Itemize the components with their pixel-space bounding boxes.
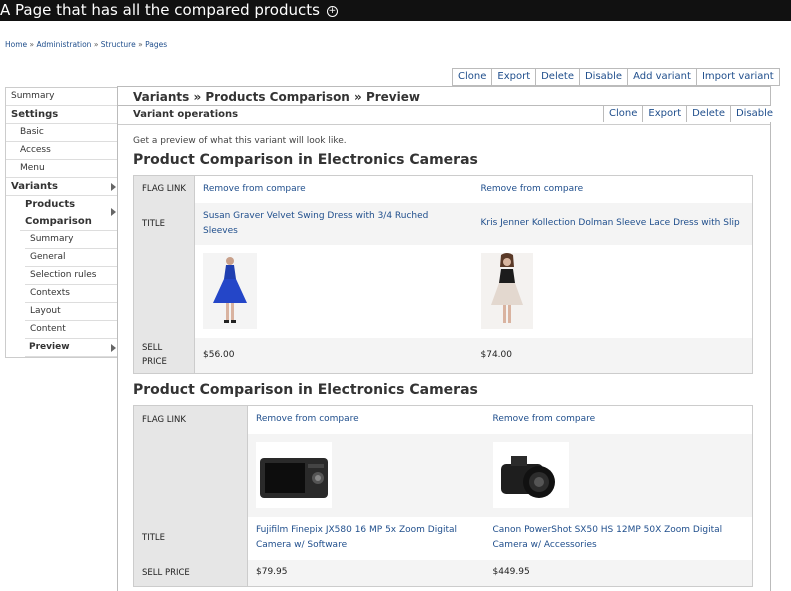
breadcrumb-separator: » xyxy=(93,40,99,49)
nav-variant-summary[interactable]: Summary xyxy=(25,231,118,249)
left-navigation: Summary Settings Basic Access Menu Varia… xyxy=(5,87,118,358)
flag-link-label: FLAG LINK xyxy=(133,405,248,434)
table-row xyxy=(133,244,753,338)
clone-button[interactable]: Clone xyxy=(453,69,493,85)
remove-from-compare-link[interactable]: Remove from compare xyxy=(485,406,753,434)
breadcrumb-home[interactable]: Home xyxy=(5,40,27,49)
breadcrumb-structure[interactable]: Structure xyxy=(101,40,136,49)
nav-content[interactable]: Content xyxy=(25,321,118,339)
comparison-table: FLAG LINK Remove from compare Remove fro… xyxy=(133,175,753,374)
panel-title: Variants » Products Comparison » Preview xyxy=(133,90,420,104)
page-title: A Page that has all the compared product… xyxy=(0,1,320,19)
main-panel: Variants » Products Comparison » Preview… xyxy=(117,86,779,591)
breadcrumb-separator: » xyxy=(29,40,35,49)
comparison-table: FLAG LINK Remove from compare Remove fro… xyxy=(133,405,753,587)
flag-link-label: FLAG LINK xyxy=(133,175,195,203)
nav-summary[interactable]: Summary xyxy=(6,88,118,106)
lace-dress-icon[interactable] xyxy=(480,253,533,329)
nav-access[interactable]: Access xyxy=(6,142,118,160)
variant-clone-button[interactable]: Clone xyxy=(604,106,644,122)
product-title-link[interactable]: Canon PowerShot SX50 HS 12MP 50X Zoom Di… xyxy=(485,517,753,560)
export-button[interactable]: Export xyxy=(492,69,537,85)
compact-camera-icon[interactable] xyxy=(256,442,332,508)
breadcrumb: Home » Administration » Structure » Page… xyxy=(5,40,167,49)
title-label: TITLE xyxy=(133,202,195,245)
variant-export-button[interactable]: Export xyxy=(643,106,688,122)
nav-basic[interactable]: Basic xyxy=(6,124,118,142)
preview-description: Get a preview of what this variant will … xyxy=(133,136,347,146)
remove-from-compare-link[interactable]: Remove from compare xyxy=(473,176,753,203)
sell-price-label: SELL PRICE xyxy=(133,559,248,587)
table-row: TITLE Fujifilm Finepix JX580 16 MP 5x Zo… xyxy=(133,516,753,560)
product-title-link[interactable]: Kris Jenner Kollection Dolman Sleeve Lac… xyxy=(472,202,753,245)
sell-price-label: SELL PRICE xyxy=(133,337,195,374)
nav-products-comparison[interactable]: Products Comparison xyxy=(20,196,118,231)
delete-button[interactable]: Delete xyxy=(536,69,580,85)
breadcrumb-administration[interactable]: Administration xyxy=(37,40,92,49)
add-shortcut-icon[interactable]: + xyxy=(326,6,338,17)
divider xyxy=(118,124,770,125)
nav-variants-label: Variants xyxy=(11,181,58,192)
page-actions: Clone Export Delete Disable Add variant … xyxy=(452,68,780,86)
product-price: $449.95 xyxy=(484,559,753,587)
nav-preview-label: Preview xyxy=(29,342,70,352)
section-title: Product Comparison in Electronics Camera… xyxy=(133,382,478,398)
title-label: TITLE xyxy=(133,516,248,560)
expand-arrow-icon xyxy=(111,344,116,352)
nav-products-comparison-line2: Comparison xyxy=(25,216,92,227)
table-row: SELL PRICE $79.95 $449.95 xyxy=(133,559,753,587)
product-price: $56.00 xyxy=(194,337,473,374)
variant-operations-label: Variant operations xyxy=(133,109,239,120)
nav-products-comparison-line1: Products xyxy=(25,199,76,210)
table-row: SELL PRICE $56.00 $74.00 xyxy=(133,337,753,374)
nav-variants[interactable]: Variants xyxy=(6,178,118,196)
variant-delete-button[interactable]: Delete xyxy=(687,106,731,122)
sell-price-label-line1: SELL xyxy=(142,343,163,354)
expand-arrow-icon xyxy=(111,183,116,191)
variant-operations: Clone Export Delete Disable xyxy=(603,106,779,122)
table-row: FLAG LINK Remove from compare Remove fro… xyxy=(133,175,753,203)
remove-from-compare-link[interactable]: Remove from compare xyxy=(195,176,473,203)
variant-disable-button[interactable]: Disable xyxy=(731,106,778,122)
product-title-link[interactable]: Susan Graver Velvet Swing Dress with 3/4… xyxy=(194,202,473,245)
blue-dress-icon[interactable] xyxy=(203,253,257,329)
nav-settings[interactable]: Settings xyxy=(6,106,118,124)
disable-button[interactable]: Disable xyxy=(580,69,629,85)
sell-price-label-line2: PRICE xyxy=(142,357,167,368)
dslr-camera-icon[interactable] xyxy=(492,442,569,508)
product-title-link[interactable]: Fujifilm Finepix JX580 16 MP 5x Zoom Dig… xyxy=(248,517,485,560)
nav-general[interactable]: General xyxy=(25,249,118,267)
breadcrumb-pages[interactable]: Pages xyxy=(145,40,167,49)
import-variant-button[interactable]: Import variant xyxy=(697,69,779,85)
remove-from-compare-link[interactable]: Remove from compare xyxy=(248,406,485,434)
nav-layout[interactable]: Layout xyxy=(25,303,118,321)
table-row xyxy=(133,433,753,517)
breadcrumb-separator: » xyxy=(138,40,143,49)
add-variant-button[interactable]: Add variant xyxy=(628,69,697,85)
nav-preview[interactable]: Preview xyxy=(25,339,118,357)
page-title-bar: A Page that has all the compared product… xyxy=(0,0,791,21)
nav-contexts[interactable]: Contexts xyxy=(25,285,118,303)
section-title: Product Comparison in Electronics Camera… xyxy=(133,152,478,168)
table-row: FLAG LINK Remove from compare Remove fro… xyxy=(133,405,753,434)
product-price: $74.00 xyxy=(472,337,753,374)
table-row: TITLE Susan Graver Velvet Swing Dress wi… xyxy=(133,202,753,245)
product-price: $79.95 xyxy=(247,559,485,587)
expand-arrow-icon xyxy=(111,208,116,216)
nav-menu[interactable]: Menu xyxy=(6,160,118,178)
nav-selection-rules[interactable]: Selection rules xyxy=(25,267,118,285)
